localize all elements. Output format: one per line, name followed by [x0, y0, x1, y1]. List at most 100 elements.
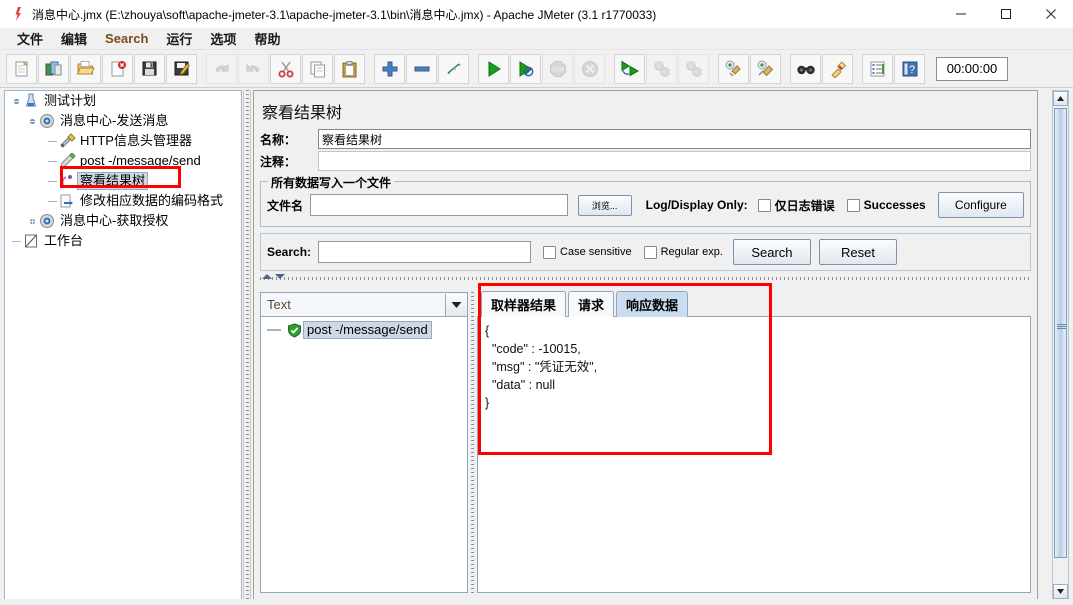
toolbar-separator-3	[470, 54, 478, 84]
save-as-icon[interactable]	[166, 53, 197, 84]
checkbox-box[interactable]	[643, 245, 657, 259]
tree-branch-line	[47, 156, 57, 166]
tree-node-http-sampler[interactable]: post -/message/send	[5, 151, 241, 171]
search-button[interactable]: Search	[732, 239, 811, 265]
tree-node-thread-group-send[interactable]: 消息中心-发送消息	[5, 111, 241, 131]
collapse-handle-icon[interactable]	[27, 216, 37, 226]
elapsed-timer: 00:00:00	[936, 56, 1008, 81]
response-data-content[interactable]: { "code" : -10015, "msg" : "凭证无效", "data…	[477, 316, 1031, 593]
toolbar-separator-5	[710, 54, 718, 84]
list-item[interactable]: post -/message/send	[261, 320, 467, 340]
paste-icon[interactable]	[334, 53, 365, 84]
checkbox-box[interactable]	[846, 198, 860, 212]
main-splitter[interactable]	[243, 90, 251, 600]
cut-icon[interactable]	[270, 53, 301, 84]
clear-all-icon[interactable]	[750, 53, 781, 84]
reset-search-icon[interactable]	[822, 53, 853, 84]
results-list[interactable]: post -/message/send	[261, 317, 467, 592]
splitter-grip	[246, 90, 249, 600]
errors-only-checkbox[interactable]: 仅日志错误	[757, 197, 835, 214]
menu-options[interactable]: 选项	[201, 27, 245, 50]
regular-exp-checkbox[interactable]: Regular exp.	[643, 245, 723, 259]
tab-sampler-result[interactable]: 取样器结果	[481, 291, 567, 317]
expand-handle-icon[interactable]	[11, 96, 21, 106]
test-plan-tree[interactable]: 测试计划 消息中心-发送消息 HTTP信息头管理器 post -/message…	[4, 90, 242, 600]
tree-node-label: 消息中心-获取授权	[60, 213, 169, 228]
chevron-down-icon[interactable]	[445, 293, 467, 316]
tree-node-post-processor[interactable]: 修改相应数据的编码格式	[5, 191, 241, 211]
start-icon[interactable]	[478, 53, 509, 84]
tree-branch-line	[47, 176, 57, 186]
panel-vertical-scrollbar[interactable]	[1052, 90, 1069, 600]
maximize-button[interactable]	[983, 0, 1028, 28]
tree-node-http-header-manager[interactable]: HTTP信息头管理器	[5, 131, 241, 151]
clear-icon[interactable]	[718, 53, 749, 84]
checkbox-box[interactable]	[757, 198, 771, 212]
checkbox-box[interactable]	[543, 245, 557, 259]
tab-request[interactable]: 请求	[568, 291, 615, 317]
menu-search[interactable]: Search	[96, 29, 157, 48]
errors-only-label: 仅日志错误	[774, 198, 835, 213]
start-no-pauses-icon[interactable]	[510, 53, 541, 84]
start-remote-all-icon[interactable]	[614, 53, 645, 84]
tree-node-label: HTTP信息头管理器	[80, 133, 192, 148]
tree-node-test-plan[interactable]: 测试计划	[5, 91, 241, 111]
header-manager-icon	[57, 132, 77, 150]
filename-input[interactable]	[310, 194, 568, 216]
chevron-down-icon[interactable]	[275, 274, 285, 279]
post-processor-icon	[57, 192, 77, 210]
title-bar: 消息中心.jmx (E:\zhouya\soft\apache-jmeter-3…	[0, 0, 1073, 28]
minimize-button[interactable]	[938, 0, 983, 28]
menu-run[interactable]: 运行	[157, 27, 201, 50]
configure-button[interactable]: Configure	[937, 192, 1024, 218]
expand-all-icon[interactable]	[374, 53, 405, 84]
templates-icon[interactable]	[38, 53, 69, 84]
collapse-all-icon[interactable]	[406, 53, 437, 84]
menu-edit[interactable]: 编辑	[52, 27, 96, 50]
successes-checkbox[interactable]: Successes	[846, 198, 926, 212]
help-icon[interactable]: ?	[894, 53, 925, 84]
renderer-combo[interactable]: Text	[261, 293, 467, 317]
search-input[interactable]	[318, 241, 532, 263]
function-helper-icon[interactable]	[862, 53, 893, 84]
tab-response-data[interactable]: 响应数据	[616, 291, 689, 317]
tree-branch-line	[11, 236, 21, 246]
splitter-grip	[260, 277, 1031, 280]
tree-node-thread-group-auth[interactable]: 消息中心-获取授权	[5, 211, 241, 231]
menu-file[interactable]: 文件	[8, 27, 52, 50]
browse-button[interactable]: 浏览...	[577, 194, 632, 216]
redo-icon	[238, 53, 269, 84]
scroll-down-button[interactable]	[1053, 584, 1068, 599]
splitter-collapse-buttons[interactable]	[262, 274, 285, 279]
toggle-icon[interactable]	[438, 53, 469, 84]
tree-node-workbench[interactable]: 工作台	[5, 231, 241, 251]
toolbar-separator	[198, 54, 206, 84]
scroll-up-button[interactable]	[1053, 91, 1068, 106]
search-icon[interactable]	[790, 53, 821, 84]
comment-input[interactable]	[318, 151, 1031, 171]
expand-handle-icon[interactable]	[27, 116, 37, 126]
success-shield-icon	[285, 322, 303, 338]
results-splitter[interactable]	[260, 274, 1031, 283]
new-icon[interactable]	[6, 53, 37, 84]
shutdown-icon	[574, 53, 605, 84]
close-icon[interactable]	[102, 53, 133, 84]
result-detail-tabs: 取样器结果 请求 响应数据 { "code" : -10015, "msg" :…	[477, 291, 1031, 593]
scrollbar-thumb[interactable]	[1054, 108, 1067, 558]
toolbar-separator-6	[782, 54, 790, 84]
save-icon[interactable]	[134, 53, 165, 84]
thread-group-icon	[37, 112, 57, 130]
results-tree-panel[interactable]: Text post -/message/send	[260, 292, 468, 593]
tree-node-view-results-tree[interactable]: 察看结果树	[5, 171, 241, 191]
close-window-button[interactable]	[1028, 0, 1073, 28]
case-sensitive-checkbox[interactable]: Case sensitive	[543, 245, 632, 259]
copy-icon[interactable]	[302, 53, 333, 84]
results-inner-splitter[interactable]	[468, 292, 477, 593]
name-row: 名称： 察看结果树	[254, 129, 1037, 151]
reset-button[interactable]: Reset	[818, 239, 897, 265]
undo-icon	[206, 53, 237, 84]
open-icon[interactable]	[70, 53, 101, 84]
menu-help[interactable]: 帮助	[245, 27, 289, 50]
name-input[interactable]: 察看结果树	[318, 129, 1031, 149]
chevron-up-icon[interactable]	[262, 274, 272, 279]
